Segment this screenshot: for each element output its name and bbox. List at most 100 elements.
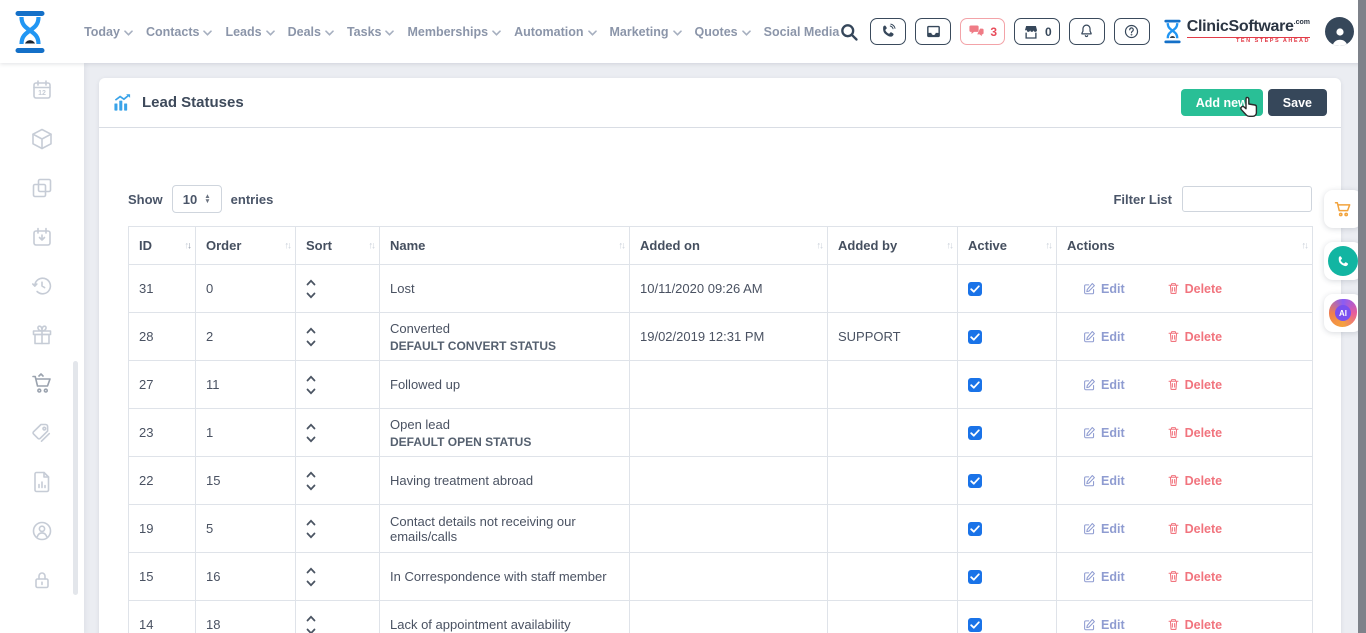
cell-added-on (630, 505, 828, 553)
move-up-button[interactable] (306, 423, 318, 430)
sidebar-history-icon[interactable] (30, 274, 54, 298)
move-down-button[interactable] (306, 340, 318, 347)
question-icon (1123, 23, 1140, 40)
nav-item-leads[interactable]: Leads (225, 25, 274, 39)
floating-ai-button[interactable]: AI (1324, 294, 1362, 332)
edit-link[interactable]: Edit (1083, 426, 1125, 440)
user-avatar[interactable] (1325, 17, 1354, 46)
sidebar-copy-icon[interactable] (30, 176, 54, 200)
edit-link[interactable]: Edit (1083, 522, 1125, 536)
move-down-button[interactable] (306, 532, 318, 539)
nav-item-today[interactable]: Today (84, 25, 133, 39)
sidebar-calendar-import-icon[interactable] (30, 225, 54, 249)
move-up-button[interactable] (306, 519, 318, 526)
nav-item-marketing[interactable]: Marketing (610, 25, 682, 39)
column-header-sort[interactable]: Sort↑↓ (296, 227, 380, 265)
active-checkbox[interactable] (968, 570, 982, 584)
delete-link[interactable]: Delete (1167, 522, 1223, 536)
save-button[interactable]: Save (1268, 89, 1327, 116)
active-checkbox[interactable] (968, 330, 982, 344)
sidebar-package-icon[interactable] (30, 127, 54, 151)
app-logo-hourglass-icon[interactable] (0, 10, 60, 54)
nav-item-automation[interactable]: Automation (514, 25, 596, 39)
move-up-button[interactable] (306, 279, 318, 286)
sidebar-gift-icon[interactable] (30, 323, 54, 347)
delete-link[interactable]: Delete (1167, 426, 1223, 440)
trash-icon (1167, 474, 1180, 487)
inbox-button[interactable] (915, 18, 951, 45)
sidebar-report-icon[interactable] (30, 470, 54, 494)
sidebar-user-clock-icon[interactable] (30, 519, 54, 543)
page-size-select[interactable]: 10 ▲▼ (172, 185, 222, 213)
sidebar-scrollbar[interactable] (73, 361, 78, 595)
move-down-button[interactable] (306, 580, 318, 587)
active-checkbox[interactable] (968, 522, 982, 536)
move-down-button[interactable] (306, 628, 318, 633)
help-button[interactable] (1114, 18, 1150, 45)
column-header-added-on[interactable]: Added on↑↓ (630, 227, 828, 265)
edit-link[interactable]: Edit (1083, 330, 1125, 344)
caret-down-icon (306, 484, 316, 491)
floating-phone-button[interactable] (1324, 242, 1362, 280)
cell-order: 18 (196, 601, 296, 633)
floating-cart-button[interactable] (1324, 190, 1362, 228)
phone-button[interactable] (870, 18, 906, 45)
filter-input[interactable] (1182, 186, 1312, 212)
column-header-actions[interactable]: Actions↑↓ (1057, 227, 1313, 265)
phone-teal-icon (1328, 246, 1358, 276)
panel-header: Lead Statuses Add new Save (99, 78, 1341, 128)
sidebar-lock-icon[interactable] (30, 568, 54, 592)
nav-item-quotes[interactable]: Quotes (695, 25, 751, 39)
delete-link[interactable]: Delete (1167, 330, 1223, 344)
cell-added-on (630, 553, 828, 601)
nav-item-contacts[interactable]: Contacts (146, 25, 212, 39)
delete-link[interactable]: Delete (1167, 378, 1223, 392)
move-up-button[interactable] (306, 615, 318, 622)
active-checkbox[interactable] (968, 474, 982, 488)
edit-icon (1083, 522, 1096, 535)
sidebar-tags-icon[interactable] (30, 421, 54, 445)
nav-item-tasks[interactable]: Tasks (347, 25, 395, 39)
column-header-added-by[interactable]: Added by↑↓ (828, 227, 958, 265)
add-new-button[interactable]: Add new (1181, 89, 1263, 116)
nav-item-deals[interactable]: Deals (288, 25, 334, 39)
delete-link[interactable]: Delete (1167, 474, 1223, 488)
delete-link[interactable]: Delete (1167, 570, 1223, 584)
window-scrollbar[interactable] (1358, 0, 1366, 633)
edit-link[interactable]: Edit (1083, 618, 1125, 632)
active-checkbox[interactable] (968, 378, 982, 392)
edit-link[interactable]: Edit (1083, 570, 1125, 584)
move-down-button[interactable] (306, 292, 318, 299)
nav-item-social-media[interactable]: Social Media (764, 25, 840, 39)
move-down-button[interactable] (306, 388, 318, 395)
column-header-id[interactable]: ID↑↓ (129, 227, 196, 265)
active-checkbox[interactable] (968, 618, 982, 632)
edit-link[interactable]: Edit (1083, 378, 1125, 392)
edit-icon (1083, 378, 1096, 391)
delete-link[interactable]: Delete (1167, 618, 1223, 632)
delete-link[interactable]: Delete (1167, 282, 1223, 296)
brand-tld: .com (1294, 19, 1310, 26)
column-header-order[interactable]: Order↑↓ (196, 227, 296, 265)
notifications-button[interactable] (1069, 18, 1105, 45)
clinicsoftware-logo[interactable]: ClinicSoftware.com TEN STEPS AHEAD (1163, 18, 1310, 45)
search-icon[interactable] (839, 22, 859, 42)
move-down-button[interactable] (306, 436, 318, 443)
active-checkbox[interactable] (968, 426, 982, 440)
caret-up-icon (306, 471, 316, 478)
move-up-button[interactable] (306, 471, 318, 478)
move-up-button[interactable] (306, 375, 318, 382)
column-header-name[interactable]: Name↑↓ (380, 227, 630, 265)
sidebar-calendar-icon[interactable]: 12 (30, 78, 54, 102)
move-up-button[interactable] (306, 327, 318, 334)
move-up-button[interactable] (306, 567, 318, 574)
nav-item-memberships[interactable]: Memberships (407, 25, 501, 39)
chat-button[interactable]: 3 (960, 18, 1005, 45)
column-header-active[interactable]: Active↑↓ (958, 227, 1057, 265)
sidebar-cart-icon[interactable] (30, 372, 54, 396)
edit-link[interactable]: Edit (1083, 282, 1125, 296)
move-down-button[interactable] (306, 484, 318, 491)
active-checkbox[interactable] (968, 282, 982, 296)
edit-link[interactable]: Edit (1083, 474, 1125, 488)
store-button[interactable]: 0 (1014, 18, 1060, 45)
